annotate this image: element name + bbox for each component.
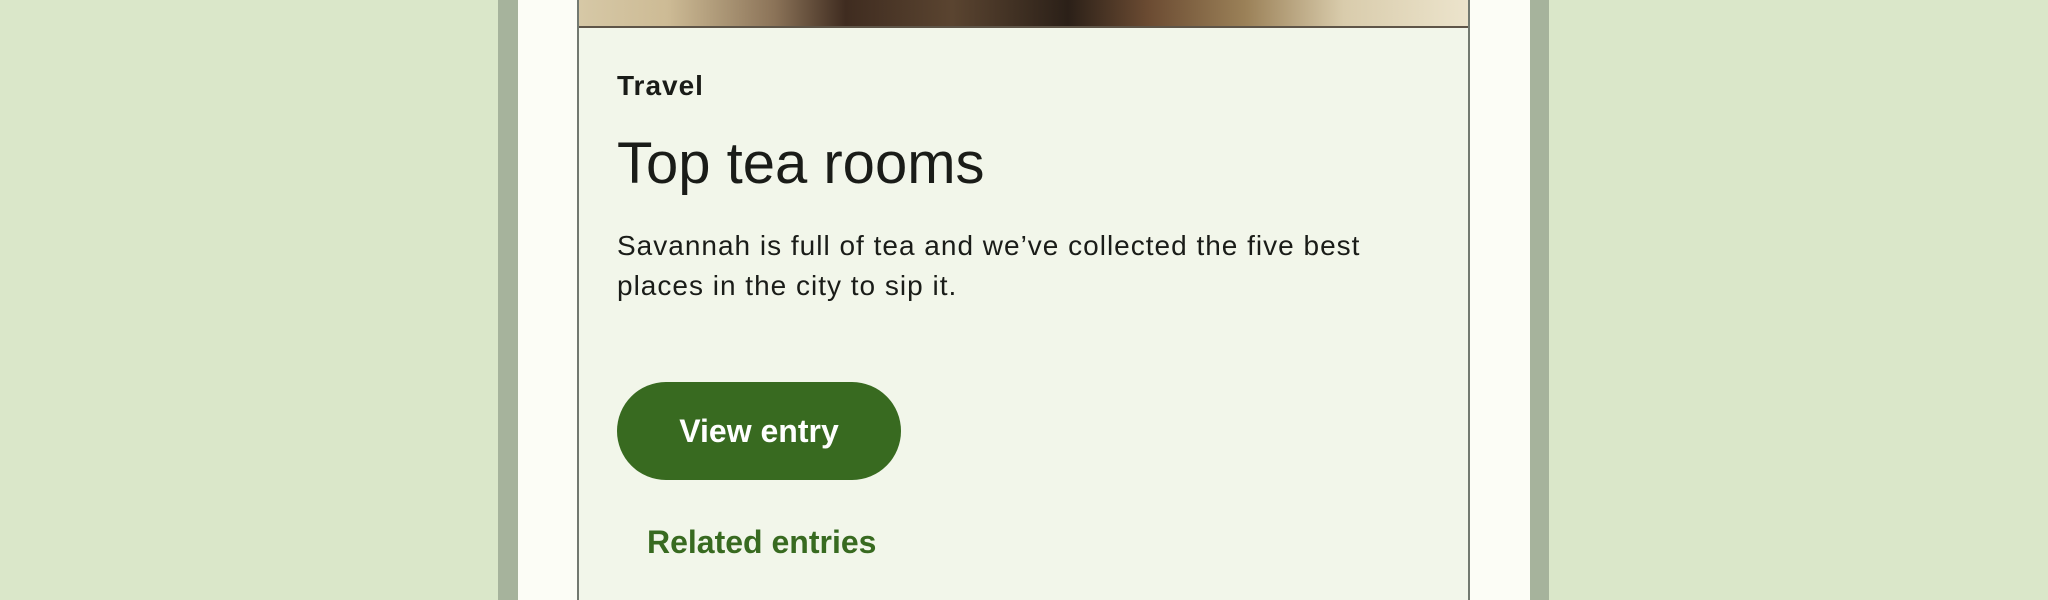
related-entries-button-label: Related entries [647, 524, 877, 560]
article-card: Travel Top tea rooms Savannah is full of… [577, 0, 1470, 600]
related-entries-button[interactable]: Related entries [647, 524, 876, 572]
view-entry-button[interactable]: View entry [617, 382, 901, 480]
view-entry-button-label: View entry [679, 412, 839, 449]
card-category-label: Travel [617, 70, 704, 101]
card-header-image [579, 0, 1468, 28]
card-title: Top tea rooms [617, 131, 985, 196]
card-description: Savannah is full of tea and we’ve collec… [617, 230, 1361, 301]
